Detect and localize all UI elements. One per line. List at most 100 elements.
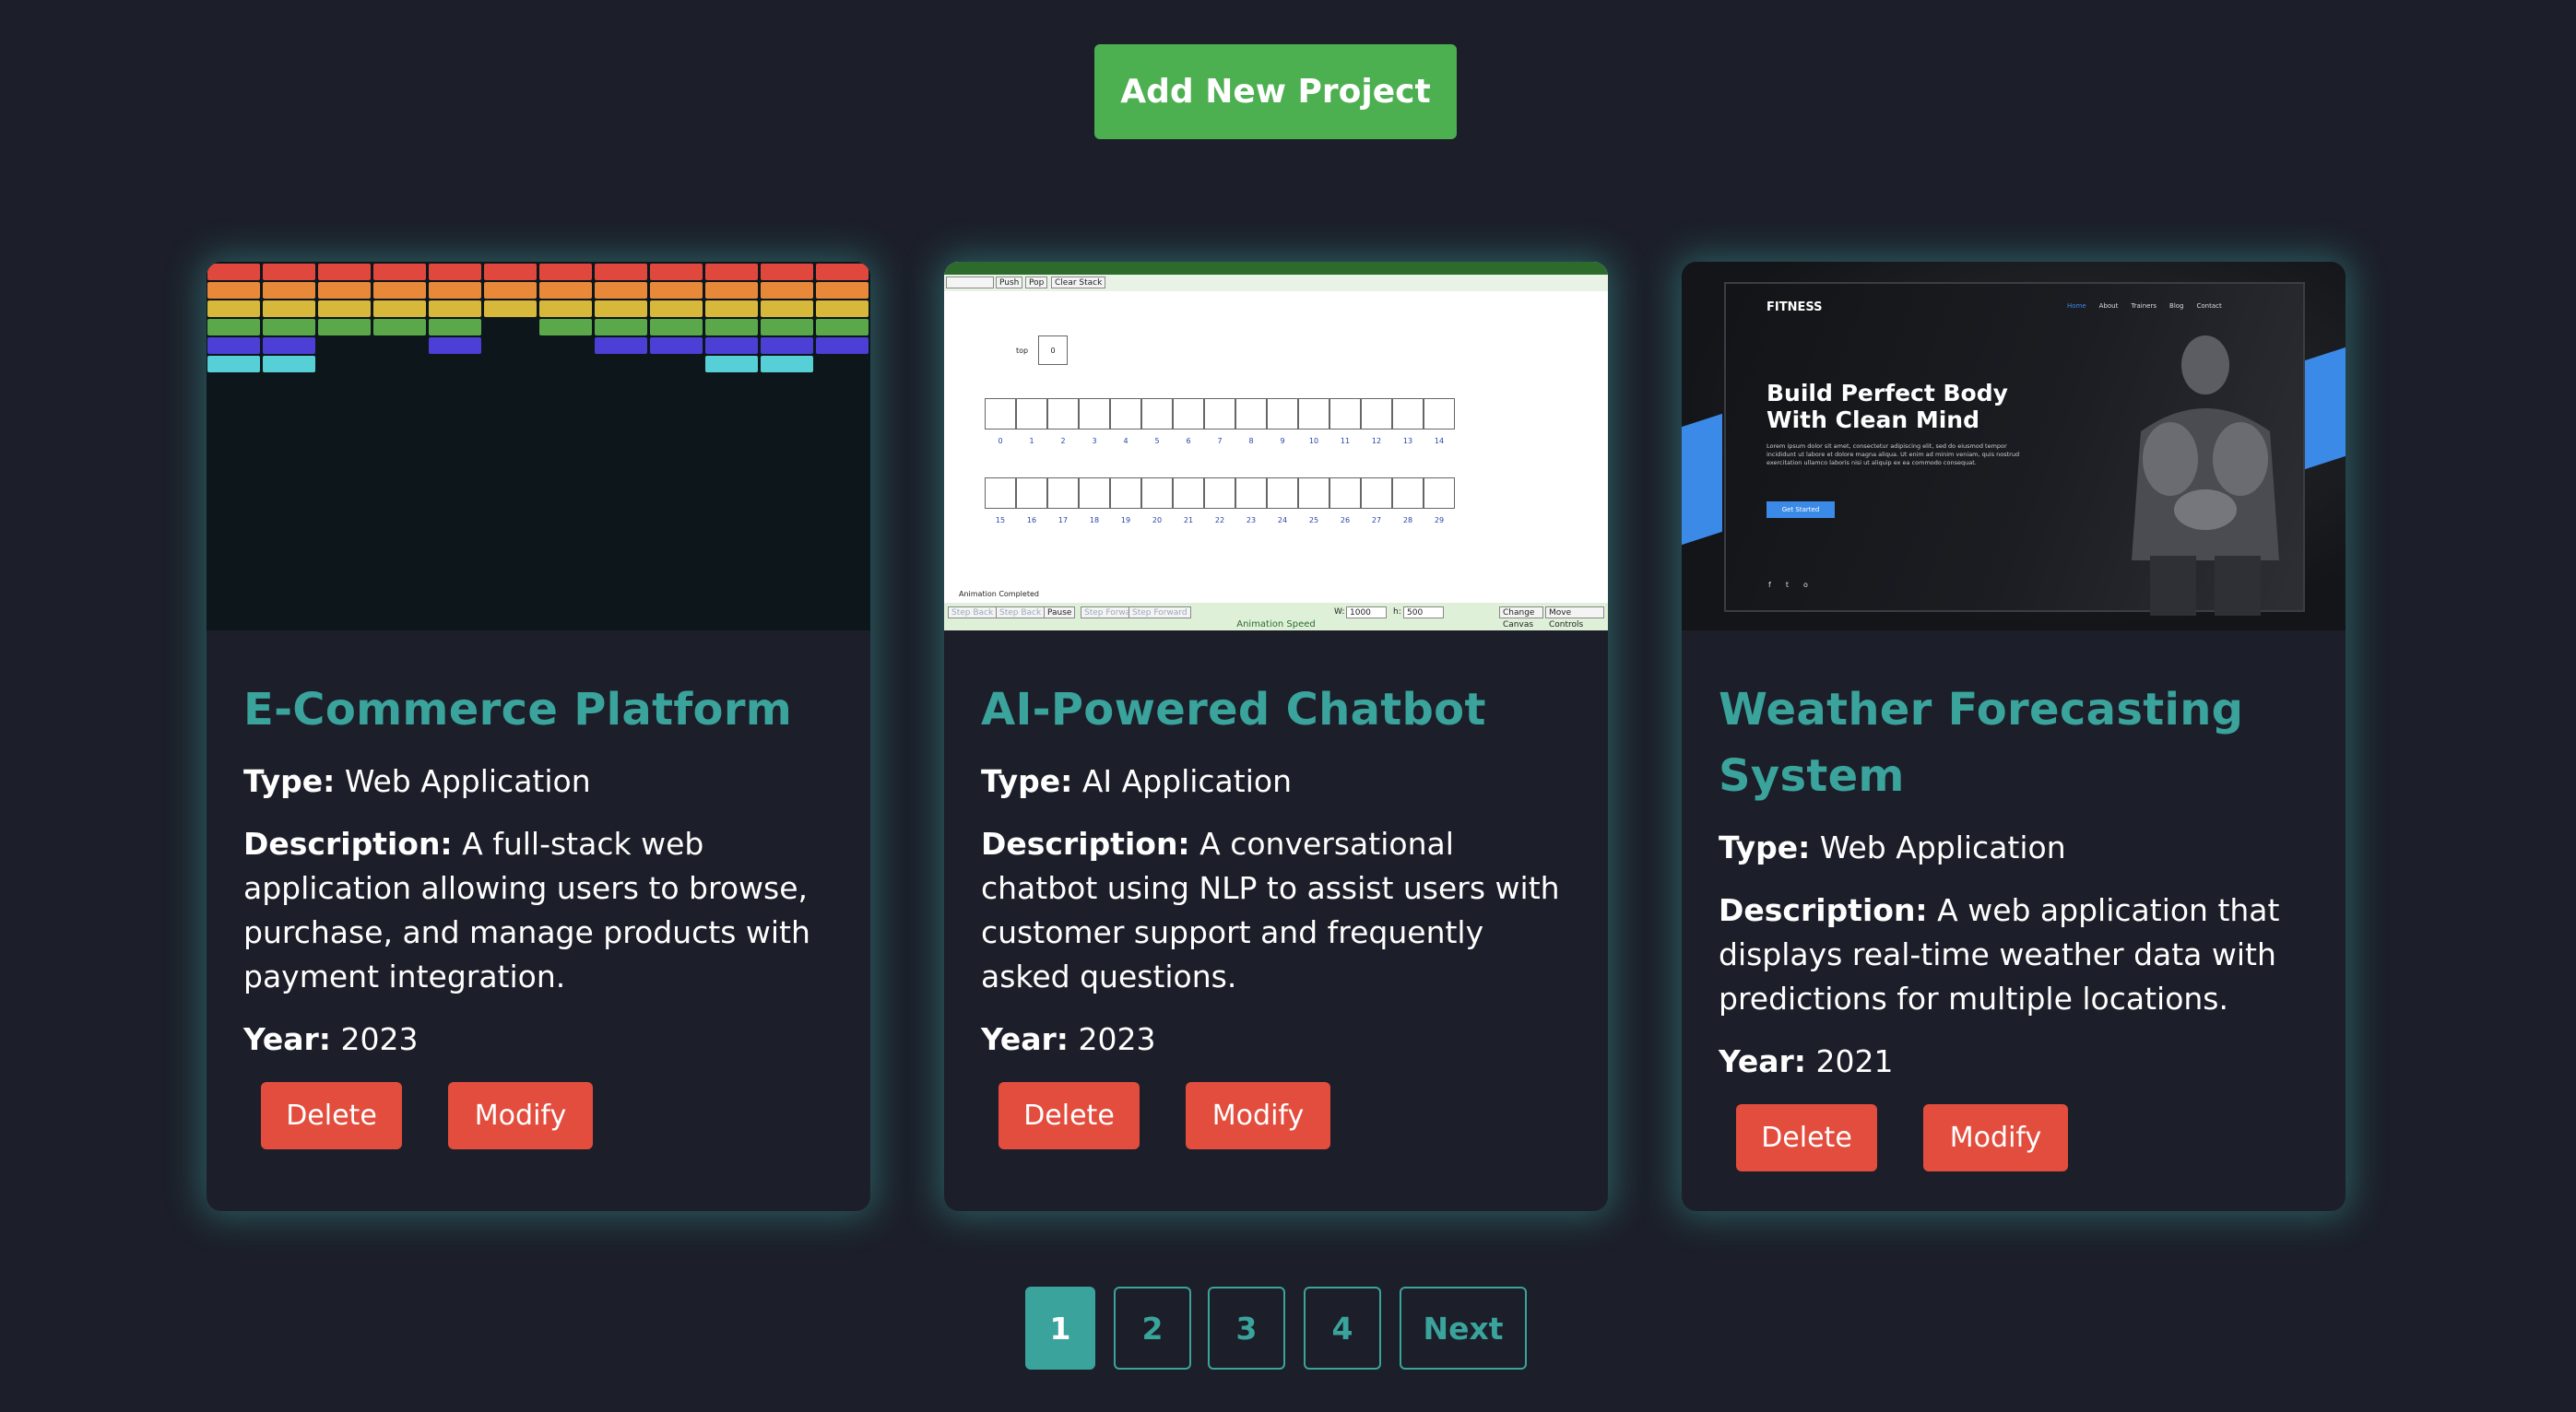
stack-cell	[1329, 398, 1361, 429]
stack-cell	[1204, 477, 1235, 509]
stack-index-label: 6	[1186, 437, 1191, 445]
brick	[429, 337, 481, 354]
instagram-icon: o	[1802, 581, 1808, 589]
brick	[484, 300, 537, 317]
stack-cell	[1141, 477, 1173, 509]
brick	[595, 319, 647, 335]
delete-button[interactable]: Delete	[1736, 1104, 1877, 1171]
brick	[595, 300, 647, 317]
viz-status: Animation Completed	[959, 590, 1039, 598]
stack-cell	[1329, 477, 1361, 509]
add-new-project-button[interactable]: Add New Project	[1094, 44, 1457, 139]
delete-button[interactable]: Delete	[998, 1082, 1140, 1149]
project-year: Year: 2023	[243, 1021, 419, 1057]
stack-cell	[1047, 398, 1079, 429]
viz-width-input: 1000	[1346, 606, 1387, 618]
brick	[539, 264, 592, 280]
stack-index-label: 15	[995, 516, 1006, 524]
stack-index-label: 8	[1248, 437, 1254, 445]
project-title: E-Commerce Platform	[243, 684, 793, 735]
viz-input	[946, 277, 994, 288]
project-card: Push Pop Clear Stack top 0 Animation Com…	[944, 262, 1608, 1211]
stack-cell	[1173, 398, 1204, 429]
twitter-icon: t	[1785, 581, 1789, 589]
decor-stripe	[2305, 347, 2346, 470]
brick	[705, 282, 758, 299]
project-title: AI-Powered Chatbot	[981, 684, 1486, 735]
brick	[207, 356, 260, 372]
page-button-1[interactable]: 1	[1025, 1287, 1095, 1370]
viz-playback-control: Pause	[1044, 606, 1076, 618]
stack-cell	[1016, 398, 1047, 429]
stack-index-label: 16	[1026, 516, 1037, 524]
page-button-2[interactable]: 2	[1114, 1287, 1191, 1370]
stack-index-label: 27	[1371, 516, 1382, 524]
stack-cell	[1392, 477, 1424, 509]
brick	[263, 337, 315, 354]
fitness-nav-contact: Contact	[2196, 302, 2222, 310]
stack-index-label: 29	[1434, 516, 1445, 524]
brick	[705, 264, 758, 280]
delete-button[interactable]: Delete	[261, 1082, 402, 1149]
viz-height-input: 500	[1403, 606, 1444, 618]
stack-cell	[1361, 477, 1392, 509]
stack-index-label: 10	[1308, 437, 1319, 445]
stack-cell	[1361, 398, 1392, 429]
athlete-image	[2132, 335, 2279, 616]
brick	[318, 300, 371, 317]
fitness-headline: Build Perfect Body With Clean Mind	[1767, 380, 2008, 433]
viz-playback-control: Step Back	[948, 606, 998, 618]
brick	[816, 264, 869, 280]
stack-index-label: 11	[1340, 437, 1351, 445]
stack-cell	[1173, 477, 1204, 509]
stack-index-label: 28	[1402, 516, 1413, 524]
brick	[207, 282, 260, 299]
stack-index-label: 5	[1154, 437, 1160, 445]
project-thumbnail-stack-visualization: Push Pop Clear Stack top 0 Animation Com…	[944, 262, 1608, 630]
next-page-button[interactable]: Next	[1400, 1287, 1527, 1370]
fitness-nav-home: Home	[2067, 302, 2086, 310]
viz-move-controls: Move Controls	[1545, 606, 1604, 630]
stack-cell	[1204, 398, 1235, 429]
brick	[650, 264, 703, 280]
brick	[705, 319, 758, 335]
modify-button[interactable]: Modify	[448, 1082, 593, 1149]
brick	[650, 319, 703, 335]
modify-button[interactable]: Modify	[1186, 1082, 1330, 1149]
stack-cell	[1298, 477, 1329, 509]
project-description: Description: A full-stack web applicatio…	[243, 826, 810, 994]
stack-cell	[1047, 477, 1079, 509]
brick	[705, 356, 758, 372]
stack-cell	[1267, 398, 1298, 429]
brick	[650, 282, 703, 299]
brick	[429, 319, 481, 335]
stack-index-label: 23	[1246, 516, 1257, 524]
brick	[373, 300, 426, 317]
brick	[263, 282, 315, 299]
modify-button[interactable]: Modify	[1923, 1104, 2068, 1171]
fitness-social: f t o	[1768, 581, 1808, 589]
page-button-4[interactable]: 4	[1304, 1287, 1381, 1370]
viz-height-label: h:	[1393, 607, 1401, 617]
page-button-3[interactable]: 3	[1208, 1287, 1285, 1370]
stack-index-label: 26	[1340, 516, 1351, 524]
brick	[816, 282, 869, 299]
brick	[539, 282, 592, 299]
stack-index-label: 18	[1089, 516, 1100, 524]
project-title: Weather Forecasting System	[1719, 684, 2244, 802]
fitness-nav-about: About	[2098, 302, 2119, 310]
brick	[263, 319, 315, 335]
brick	[816, 337, 869, 354]
stack-cell	[1235, 477, 1267, 509]
viz-title-bar	[944, 262, 1608, 275]
stack-cell	[1298, 398, 1329, 429]
brick	[595, 282, 647, 299]
brick	[207, 319, 260, 335]
stack-cell	[1424, 398, 1455, 429]
brick	[595, 337, 647, 354]
project-card: E-Commerce Platform Type: Web Applicatio…	[207, 262, 870, 1211]
fitness-brand: FITNESS	[1767, 300, 1823, 314]
stack-cell	[1235, 398, 1267, 429]
stack-index-label: 3	[1092, 437, 1097, 445]
stack-index-label: 12	[1371, 437, 1382, 445]
